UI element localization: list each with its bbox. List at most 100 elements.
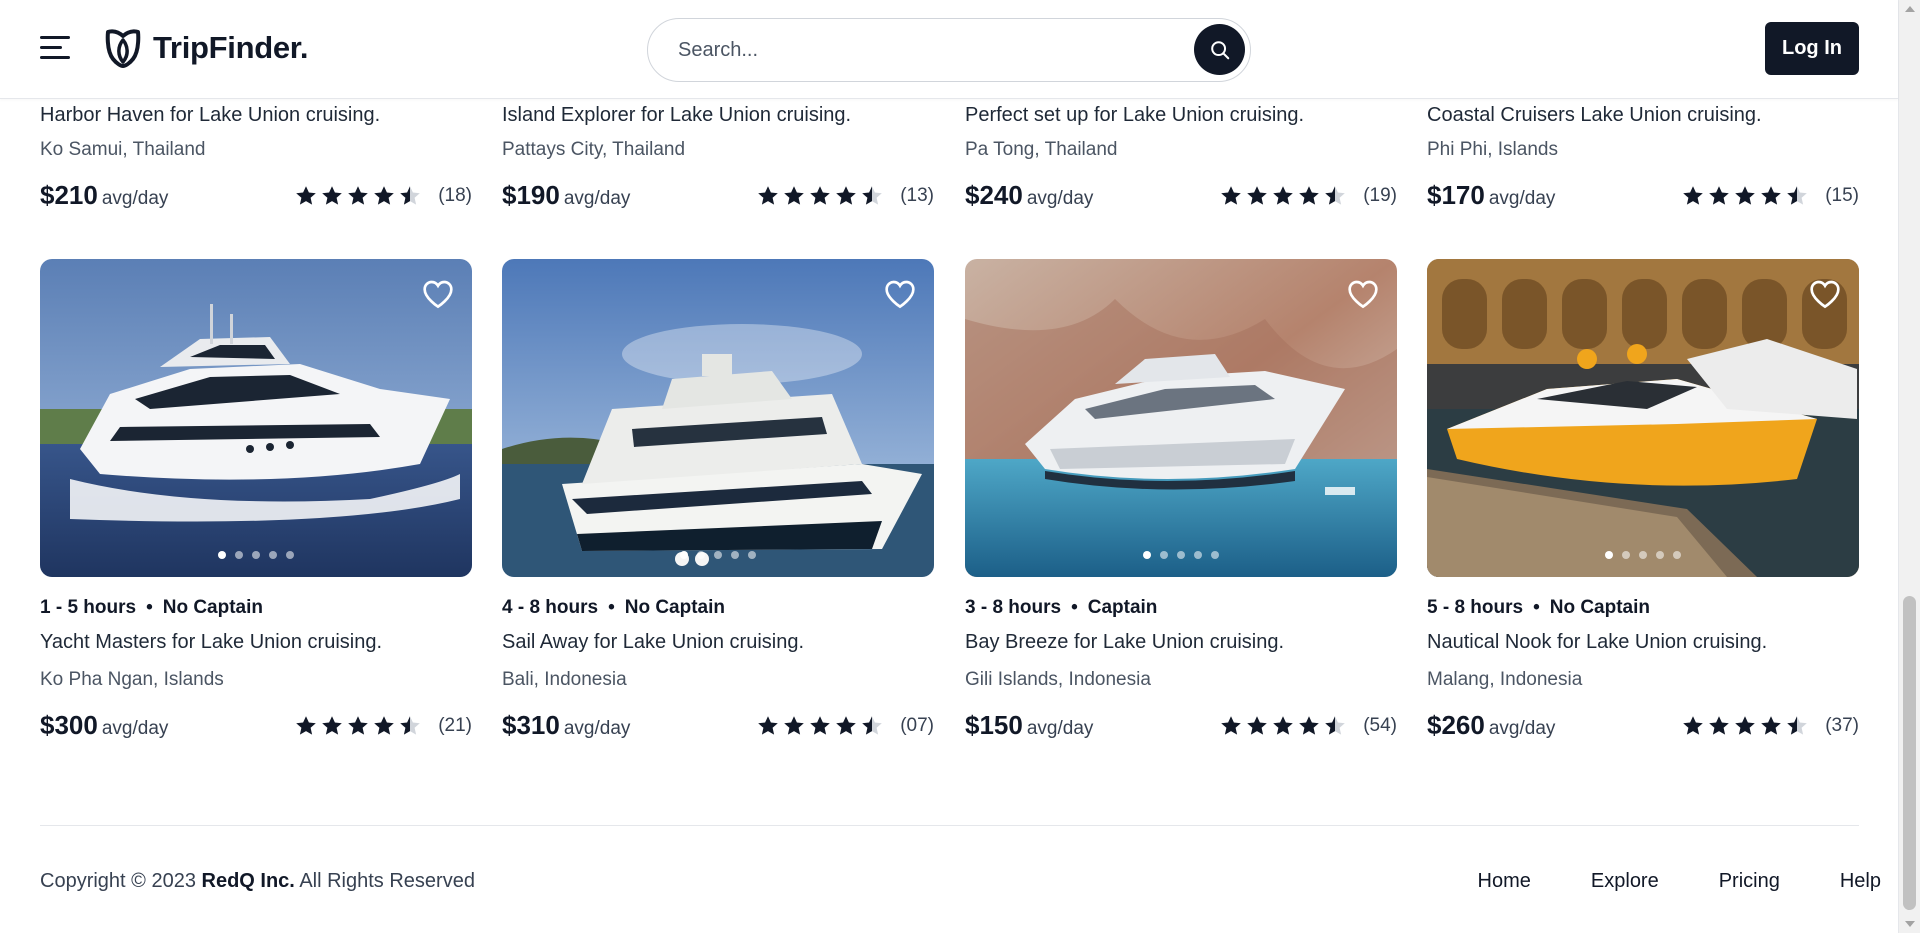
half-star-icon bbox=[1787, 715, 1808, 735]
carousel-dot[interactable] bbox=[286, 551, 294, 559]
star-icon bbox=[758, 185, 779, 205]
carousel-dot[interactable] bbox=[1605, 551, 1613, 559]
footer-link-explore[interactable]: Explore bbox=[1591, 870, 1659, 893]
listing-card[interactable]: 3 - 8 hours • Captain Bay Breeze for Lake … bbox=[965, 259, 1397, 741]
captain-option: No Captain bbox=[624, 597, 726, 618]
listing-title[interactable]: Island Explorer for Lake Union cruising. bbox=[502, 104, 934, 127]
carousel-dot[interactable] bbox=[1143, 551, 1151, 559]
star-icon bbox=[374, 715, 395, 735]
star-icon bbox=[1221, 715, 1242, 735]
footer-link-pricing[interactable]: Pricing bbox=[1719, 870, 1780, 893]
carousel-dot[interactable] bbox=[218, 551, 226, 559]
separator-dot: • bbox=[608, 597, 615, 618]
carousel-dot[interactable] bbox=[1177, 551, 1185, 559]
listing-image[interactable] bbox=[502, 259, 934, 577]
footer-link-help[interactable]: Help bbox=[1840, 870, 1881, 893]
copyright-suffix: All Rights Reserved bbox=[299, 870, 475, 892]
search-button[interactable] bbox=[1194, 24, 1245, 75]
listing-price: $240 avg/day bbox=[965, 180, 1093, 211]
listing-image[interactable] bbox=[965, 259, 1397, 577]
logo[interactable]: TripFinder. bbox=[103, 26, 308, 70]
half-star-icon bbox=[1325, 185, 1346, 205]
company-name: RedQ Inc. bbox=[201, 870, 295, 892]
star-icon bbox=[810, 715, 831, 735]
listing-card[interactable]: 4 - 8 hours • No Captain Sail Away for Lak… bbox=[502, 259, 934, 741]
listing-card[interactable]: Island Explorer for Lake Union cruising.… bbox=[502, 104, 934, 211]
scroll-up-arrow[interactable] bbox=[1905, 6, 1915, 12]
price-value: $260 bbox=[1427, 710, 1485, 740]
carousel-dot[interactable] bbox=[748, 551, 756, 559]
copyright: Copyright © 2023 RedQ Inc. All Rights Re… bbox=[40, 870, 475, 893]
carousel-dot[interactable] bbox=[1622, 551, 1630, 559]
review-count: (07) bbox=[900, 714, 934, 736]
price-unit: avg/day bbox=[1026, 188, 1094, 209]
favorite-heart-icon[interactable] bbox=[422, 279, 454, 309]
star-icon bbox=[296, 715, 317, 735]
favorite-heart-icon[interactable] bbox=[1809, 279, 1841, 309]
listing-title[interactable]: Harbor Haven for Lake Union cruising. bbox=[40, 104, 472, 127]
listing-title[interactable]: Bay Breeze for Lake Union cruising. bbox=[965, 631, 1397, 654]
speedboat-photo bbox=[1427, 259, 1859, 577]
half-star-icon bbox=[400, 185, 421, 205]
star-icon bbox=[296, 185, 317, 205]
scroll-down-arrow[interactable] bbox=[1905, 921, 1915, 927]
listing-price: $150 avg/day bbox=[965, 710, 1093, 741]
search-input[interactable] bbox=[678, 33, 1158, 67]
review-count: (13) bbox=[900, 184, 934, 206]
listing-image[interactable] bbox=[1427, 259, 1859, 577]
carousel-dot[interactable] bbox=[680, 551, 688, 559]
rating: (15) bbox=[1681, 184, 1859, 208]
carousel-dot[interactable] bbox=[1160, 551, 1168, 559]
carousel-dot[interactable] bbox=[731, 551, 739, 559]
scrollbar-thumb[interactable] bbox=[1903, 596, 1916, 910]
carousel-dot[interactable] bbox=[714, 551, 722, 559]
favorite-heart-icon[interactable] bbox=[884, 279, 916, 309]
price-unit: avg/day bbox=[1488, 188, 1556, 209]
listing-card[interactable]: Coastal Cruisers Lake Union cruising. Ph… bbox=[1427, 104, 1859, 211]
page-scrollbar[interactable] bbox=[1898, 0, 1920, 933]
star-icon bbox=[810, 185, 831, 205]
listing-card[interactable]: Harbor Haven for Lake Union cruising. Ko… bbox=[40, 104, 472, 211]
login-button[interactable]: Log In bbox=[1765, 22, 1859, 75]
listing-card[interactable]: 5 - 8 hours • No Captain Nautical Nook for… bbox=[1427, 259, 1859, 741]
star-icon bbox=[348, 715, 369, 735]
review-count: (19) bbox=[1363, 184, 1397, 206]
duration: 1 - 5 hours bbox=[40, 597, 137, 618]
trip-meta: 4 - 8 hours • No Captain bbox=[502, 597, 934, 619]
carousel-dot[interactable] bbox=[1656, 551, 1664, 559]
star-icon bbox=[1221, 185, 1242, 205]
listing-title[interactable]: Sail Away for Lake Union cruising. bbox=[502, 631, 934, 654]
separator-dot: • bbox=[1071, 597, 1078, 618]
listing-title[interactable]: Yacht Masters for Lake Union cruising. bbox=[40, 631, 472, 654]
star-rating bbox=[294, 184, 422, 208]
carousel-dots bbox=[502, 551, 934, 559]
carousel-dot[interactable] bbox=[235, 551, 243, 559]
rating: (07) bbox=[756, 714, 934, 738]
carousel-dot[interactable] bbox=[269, 551, 277, 559]
menu-icon[interactable] bbox=[40, 36, 72, 62]
footer-link-home[interactable]: Home bbox=[1478, 870, 1531, 893]
half-star-icon bbox=[862, 185, 883, 205]
listing-location: Pa Tong, Thailand bbox=[965, 139, 1118, 160]
star-rating bbox=[1219, 714, 1347, 738]
price-value: $300 bbox=[40, 710, 98, 740]
listing-title[interactable]: Nautical Nook for Lake Union cruising. bbox=[1427, 631, 1859, 654]
review-count: (54) bbox=[1363, 714, 1397, 736]
listing-card[interactable]: Perfect set up for Lake Union cruising. … bbox=[965, 104, 1397, 211]
carousel-dot[interactable] bbox=[1194, 551, 1202, 559]
listing-title[interactable]: Perfect set up for Lake Union cruising. bbox=[965, 104, 1397, 127]
listing-title[interactable]: Coastal Cruisers Lake Union cruising. bbox=[1427, 104, 1859, 127]
carousel-dot[interactable] bbox=[697, 551, 705, 559]
carousel-dot[interactable] bbox=[252, 551, 260, 559]
duration: 5 - 8 hours bbox=[1427, 597, 1524, 618]
cliff-yacht-photo bbox=[965, 259, 1397, 577]
carousel-dot[interactable] bbox=[1673, 551, 1681, 559]
price-value: $210 bbox=[40, 180, 98, 210]
rating: (37) bbox=[1681, 714, 1859, 738]
carousel-dot[interactable] bbox=[1639, 551, 1647, 559]
carousel-dot[interactable] bbox=[1211, 551, 1219, 559]
listing-image[interactable] bbox=[40, 259, 472, 577]
trip-meta: 5 - 8 hours • No Captain bbox=[1427, 597, 1859, 619]
listing-card[interactable]: 1 - 5 hours • No Captain Yacht Masters for… bbox=[40, 259, 472, 741]
favorite-heart-icon[interactable] bbox=[1347, 279, 1379, 309]
